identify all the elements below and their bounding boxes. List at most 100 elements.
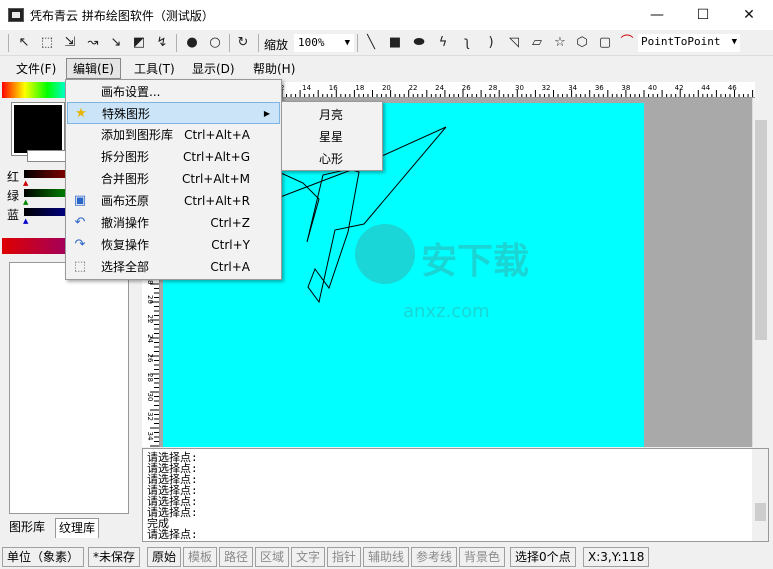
submenu-arrow-icon: ▶: [263, 109, 270, 118]
menu-help[interactable]: 帮助(H): [251, 60, 297, 77]
parallelogram-tool-icon[interactable]: ▱: [527, 33, 547, 53]
hexagon-tool-icon[interactable]: ⬡: [572, 33, 592, 53]
red-channel-slider[interactable]: [24, 170, 66, 178]
tab-shape-library[interactable]: 图形库: [6, 518, 48, 538]
arc-tool-icon[interactable]: ): [481, 33, 501, 53]
ruler-top-label: 22: [409, 84, 418, 92]
mode-original[interactable]: 原始: [147, 547, 182, 567]
mode-text[interactable]: 文字: [291, 547, 326, 567]
menu-item-label: 选择全部: [101, 260, 150, 274]
menu-item-special-shapes[interactable]: ★ 特殊图形 ▶: [67, 102, 280, 124]
menu-tools[interactable]: 工具(T): [132, 60, 177, 77]
add-point-tool-icon[interactable]: ●: [182, 33, 202, 53]
menu-item-redo[interactable]: ↷ 恢复操作 Ctrl+Y: [67, 234, 280, 256]
console-scrollbar[interactable]: [752, 449, 768, 541]
mode-reference-line[interactable]: 参考线: [411, 547, 458, 567]
curve-tool-icon[interactable]: ʅ: [457, 33, 477, 53]
polyline-tool-icon[interactable]: ϟ: [433, 33, 453, 53]
menu-item-select-all[interactable]: ⬚ 选择全部 Ctrl+A: [67, 256, 280, 278]
submenu-item-star[interactable]: 星星: [283, 126, 381, 148]
watermark-url: anxz.com: [403, 301, 490, 322]
menu-bar: 文件(F) 编辑(E) 工具(T) 显示(D) 帮助(H): [0, 57, 773, 79]
menu-edit[interactable]: 编辑(E): [66, 58, 121, 79]
ruler-left-label: 20: [146, 295, 154, 304]
rect-select-tool-icon[interactable]: ⬚: [37, 33, 57, 53]
move-curve-tool-icon[interactable]: ↝: [83, 33, 103, 53]
green-channel-slider[interactable]: [24, 189, 66, 197]
rounded-rect-tool-icon[interactable]: ▢: [595, 33, 615, 53]
ruler-left-label: 22: [146, 315, 154, 324]
menu-item-label: 撤消操作: [101, 216, 150, 230]
pointer-tool-icon[interactable]: ↖: [14, 33, 34, 53]
ruler-left-label: 34: [146, 432, 154, 441]
fill-tool-icon[interactable]: ◩: [129, 33, 149, 53]
arc-red-tool-icon[interactable]: ⌒: [617, 33, 637, 53]
move-point-tool-icon[interactable]: ⇲: [60, 33, 80, 53]
ruler-top-label: 46: [728, 84, 737, 92]
blue-channel-slider[interactable]: [24, 208, 66, 216]
ellipse-tool-icon[interactable]: ⬬: [409, 33, 429, 53]
tab-texture-library[interactable]: 纹理库: [55, 518, 100, 538]
point-mode-select[interactable]: PointToPoint ▼: [638, 34, 740, 52]
ruler-left-label: 24: [146, 334, 154, 343]
mode-region[interactable]: 区域: [255, 547, 290, 567]
menu-item-label: 合并图形: [101, 172, 150, 186]
watermark-icon: [355, 224, 415, 284]
console-line: 请选择点:: [147, 528, 198, 541]
menu-item-undo[interactable]: ↶ 撤消操作 Ctrl+Z: [67, 212, 280, 234]
menu-item-label: 画布设置...: [101, 85, 161, 99]
console-scrollbar-thumb[interactable]: [755, 503, 766, 521]
background-color-swatch[interactable]: [27, 150, 67, 162]
menu-item-shortcut: Ctrl+Y: [211, 238, 250, 252]
red-marker-icon[interactable]: ▲: [23, 179, 28, 187]
ruler-left-label: 28: [146, 373, 154, 382]
submenu-item-moon[interactable]: 月亮: [283, 104, 381, 126]
menu-item-label: 特殊图形: [102, 107, 151, 121]
green-marker-icon[interactable]: ▲: [23, 198, 28, 206]
zoom-select[interactable]: 100% ▼: [294, 34, 354, 52]
color-pick-tool-icon[interactable]: ↯: [152, 33, 172, 53]
status-bar: 单位（象素） *未保存 原始 模板 路径 区域 文字 指针 辅助线 参考线 背景…: [0, 545, 773, 569]
maximize-button[interactable]: ☐: [680, 0, 726, 30]
pennant-tool-icon[interactable]: ◹: [504, 33, 524, 53]
menu-item-merge-shapes[interactable]: 合并图形 Ctrl+Alt+M: [67, 168, 280, 190]
submenu-item-heart[interactable]: 心形: [283, 148, 381, 170]
console-output[interactable]: 请选择点: 请选择点: 请选择点: 请选择点: 请选择点: 请选择点: 完成 请…: [142, 448, 769, 542]
restore-icon: ▣: [73, 193, 87, 208]
menu-item-shortcut: Ctrl+Alt+R: [183, 194, 250, 208]
canvas-scrollbar-thumb[interactable]: [755, 120, 767, 340]
chevron-down-icon: ▼: [731, 37, 737, 47]
foreground-color-swatch[interactable]: [11, 102, 65, 156]
remove-point-tool-icon[interactable]: ○: [205, 33, 225, 53]
minimize-button[interactable]: —: [634, 0, 680, 30]
green-channel-label: 绿: [7, 189, 20, 203]
mode-pointer[interactable]: 指针: [327, 547, 362, 567]
rectangle-tool-icon[interactable]: ■: [385, 33, 405, 53]
toolbar-separator: [258, 34, 259, 52]
menu-file[interactable]: 文件(F): [14, 60, 58, 77]
mode-guide-line[interactable]: 辅助线: [363, 547, 410, 567]
menu-item-add-to-library[interactable]: 添加到图形库 Ctrl+Alt+A: [67, 124, 280, 146]
mode-background-color[interactable]: 背景色: [459, 547, 506, 567]
refresh-icon[interactable]: ↻: [233, 33, 253, 53]
blue-channel-label: 蓝: [7, 208, 20, 222]
blue-marker-icon[interactable]: ▲: [23, 217, 28, 225]
toolbar-separator: [357, 34, 358, 52]
mode-path[interactable]: 路径: [219, 547, 254, 567]
mode-template[interactable]: 模板: [183, 547, 218, 567]
red-channel-label: 红: [7, 170, 20, 184]
line-tool-icon[interactable]: ╲: [361, 33, 381, 53]
ruler-top-label: 30: [515, 84, 524, 92]
star-tool-icon[interactable]: ☆: [550, 33, 570, 53]
menu-item-canvas-settings[interactable]: 画布设置...: [67, 81, 280, 103]
coordinate-status: X:3,Y:118: [583, 547, 650, 567]
library-list[interactable]: [9, 262, 129, 514]
ruler-top-label: 34: [568, 84, 577, 92]
menu-view[interactable]: 显示(D): [190, 60, 237, 77]
menu-item-restore-canvas[interactable]: ▣ 画布还原 Ctrl+Alt+R: [67, 190, 280, 212]
menu-item-split-shape[interactable]: 拆分图形 Ctrl+Alt+G: [67, 146, 280, 168]
edit-node-tool-icon[interactable]: ↘: [106, 33, 126, 53]
close-button[interactable]: ✕: [726, 0, 772, 30]
toolbar-separator: [176, 34, 177, 52]
zoom-label: 缩放: [264, 38, 289, 52]
